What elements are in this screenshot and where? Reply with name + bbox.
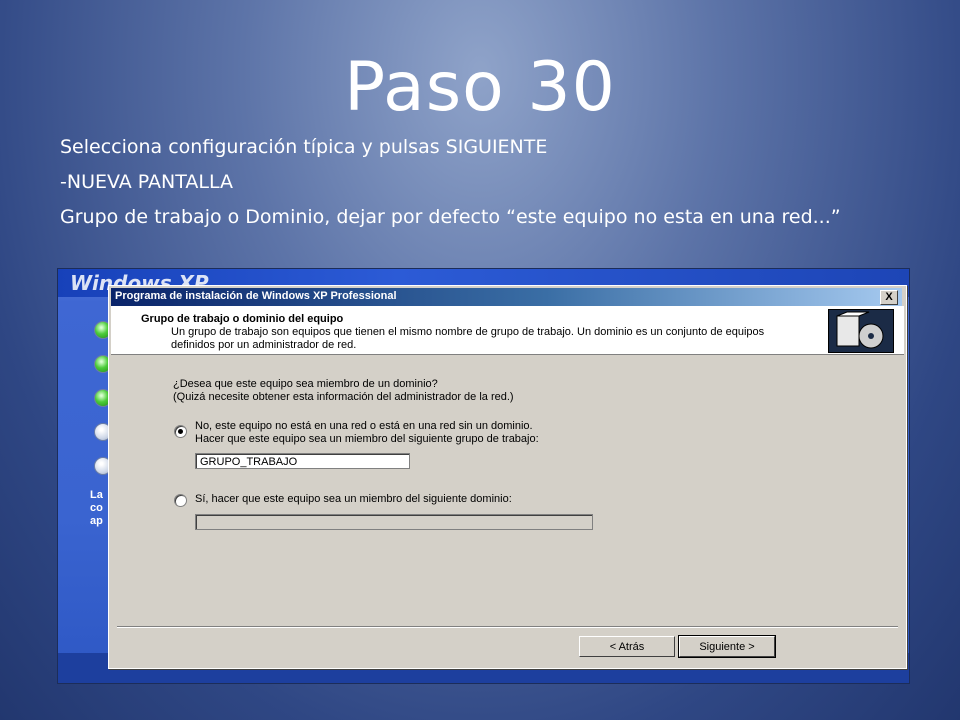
- header-description: Un grupo de trabajo son equipos que tien…: [171, 326, 765, 351]
- domain-input[interactable]: [195, 514, 593, 530]
- side-info-text: La co ap: [90, 489, 103, 528]
- domain-question-note: (Quizá necesite obtener esta información…: [173, 391, 514, 403]
- slide-title: Paso 30: [344, 48, 616, 127]
- header-title: Grupo de trabajo o dominio del equipo: [141, 313, 344, 325]
- workgroup-input[interactable]: GRUPO_TRABAJO: [195, 453, 410, 469]
- button-separator: [117, 626, 898, 628]
- option-workgroup-label[interactable]: No, este equipo no está en una red o est…: [195, 420, 533, 433]
- side-text-line: co: [90, 502, 103, 514]
- option-workgroup-sublabel: Hacer que este equipo sea un miembro del…: [195, 433, 539, 445]
- slide-text: Selecciona configuración típica y pulsas…: [60, 134, 900, 239]
- dialog-title: Programa de instalación de Windows XP Pr…: [115, 290, 397, 302]
- back-button[interactable]: < Atrás: [579, 636, 675, 657]
- option-domain-label[interactable]: Sí, hacer que este equipo sea un miembro…: [195, 493, 512, 506]
- radio-domain[interactable]: [174, 494, 187, 507]
- screenshot: Windows XP La co ap Programa de instalac…: [57, 268, 910, 684]
- slide-line-1: Selecciona configuración típica y pulsas…: [60, 136, 548, 158]
- close-button[interactable]: X: [880, 290, 898, 305]
- dialog-header: Grupo de trabajo o dominio del equipo Un…: [111, 306, 904, 355]
- setup-cd-icon: [828, 309, 894, 353]
- next-button[interactable]: Siguiente >: [678, 635, 776, 658]
- radio-workgroup[interactable]: [174, 425, 187, 438]
- setup-dialog: Programa de instalación de Windows XP Pr…: [108, 285, 907, 669]
- dialog-titlebar[interactable]: Programa de instalación de Windows XP Pr…: [111, 288, 902, 306]
- side-text-line: La: [90, 489, 103, 501]
- domain-question: ¿Desea que este equipo sea miembro de un…: [173, 378, 438, 390]
- slide-line-3: Grupo de trabajo o Dominio, dejar por de…: [60, 206, 841, 228]
- side-text-line: ap: [90, 515, 103, 527]
- slide-line-2: -NUEVA PANTALLA: [60, 171, 233, 193]
